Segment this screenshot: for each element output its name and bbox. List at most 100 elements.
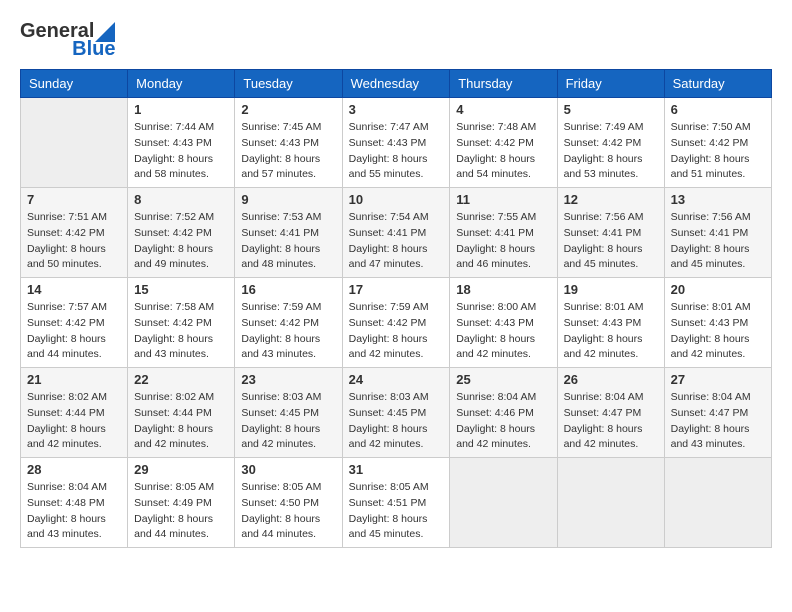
daylight-text-2: and 50 minutes.	[27, 257, 121, 273]
sunset-text: Sunset: 4:43 PM	[241, 136, 335, 152]
sunset-text: Sunset: 4:44 PM	[27, 406, 121, 422]
daylight-text-1: Daylight: 8 hours	[241, 512, 335, 528]
daylight-text-1: Daylight: 8 hours	[456, 152, 550, 168]
calendar-cell	[664, 458, 771, 548]
sunrise-text: Sunrise: 8:03 AM	[349, 390, 444, 406]
day-info: Sunrise: 7:44 AMSunset: 4:43 PMDaylight:…	[134, 120, 228, 183]
daylight-text-2: and 43 minutes.	[241, 347, 335, 363]
sunset-text: Sunset: 4:48 PM	[27, 496, 121, 512]
day-number: 12	[564, 192, 658, 207]
day-info: Sunrise: 7:50 AMSunset: 4:42 PMDaylight:…	[671, 120, 765, 183]
day-info: Sunrise: 7:49 AMSunset: 4:42 PMDaylight:…	[564, 120, 658, 183]
daylight-text-2: and 42 minutes.	[241, 437, 335, 453]
daylight-text-1: Daylight: 8 hours	[564, 242, 658, 258]
day-number: 11	[456, 192, 550, 207]
daylight-text-1: Daylight: 8 hours	[349, 242, 444, 258]
calendar-cell: 24Sunrise: 8:03 AMSunset: 4:45 PMDayligh…	[342, 368, 450, 458]
day-info: Sunrise: 8:01 AMSunset: 4:43 PMDaylight:…	[564, 300, 658, 363]
sunset-text: Sunset: 4:43 PM	[134, 136, 228, 152]
calendar-cell: 4Sunrise: 7:48 AMSunset: 4:42 PMDaylight…	[450, 98, 557, 188]
daylight-text-2: and 43 minutes.	[27, 527, 121, 543]
daylight-text-2: and 42 minutes.	[671, 347, 765, 363]
calendar-cell: 30Sunrise: 8:05 AMSunset: 4:50 PMDayligh…	[235, 458, 342, 548]
day-info: Sunrise: 7:56 AMSunset: 4:41 PMDaylight:…	[671, 210, 765, 273]
day-number: 9	[241, 192, 335, 207]
sunset-text: Sunset: 4:41 PM	[564, 226, 658, 242]
day-number: 4	[456, 102, 550, 117]
daylight-text-2: and 55 minutes.	[349, 167, 444, 183]
day-number: 23	[241, 372, 335, 387]
calendar-cell: 5 Sunrise: 7:49 AMSunset: 4:42 PMDaylight…	[557, 98, 664, 188]
day-number: 20	[671, 282, 765, 297]
calendar-cell: 26Sunrise: 8:04 AMSunset: 4:47 PMDayligh…	[557, 368, 664, 458]
sunset-text: Sunset: 4:42 PM	[456, 136, 550, 152]
day-info: Sunrise: 8:04 AMSunset: 4:47 PMDaylight:…	[564, 390, 658, 453]
sunrise-text: Sunrise: 7:47 AM	[349, 120, 444, 136]
day-info: Sunrise: 7:54 AMSunset: 4:41 PMDaylight:…	[349, 210, 444, 273]
sunrise-text: Sunrise: 7:56 AM	[671, 210, 765, 226]
calendar-cell: 25Sunrise: 8:04 AMSunset: 4:46 PMDayligh…	[450, 368, 557, 458]
sunrise-text: Sunrise: 7:55 AM	[456, 210, 550, 226]
sunrise-text: Sunrise: 8:03 AM	[241, 390, 335, 406]
day-number: 6	[671, 102, 765, 117]
day-number: 29	[134, 462, 228, 477]
sunrise-text: Sunrise: 8:04 AM	[671, 390, 765, 406]
sunrise-text: Sunrise: 8:01 AM	[564, 300, 658, 316]
day-number: 13	[671, 192, 765, 207]
day-number: 5	[564, 102, 658, 117]
daylight-text-2: and 51 minutes.	[671, 167, 765, 183]
daylight-text-2: and 42 minutes.	[349, 437, 444, 453]
day-number: 25	[456, 372, 550, 387]
day-number: 16	[241, 282, 335, 297]
day-info: Sunrise: 8:05 AMSunset: 4:49 PMDaylight:…	[134, 480, 228, 543]
daylight-text-1: Daylight: 8 hours	[134, 332, 228, 348]
sunset-text: Sunset: 4:41 PM	[241, 226, 335, 242]
week-row-1: 1Sunrise: 7:44 AMSunset: 4:43 PMDaylight…	[21, 98, 772, 188]
calendar-cell: 28Sunrise: 8:04 AMSunset: 4:48 PMDayligh…	[21, 458, 128, 548]
day-info: Sunrise: 7:45 AMSunset: 4:43 PMDaylight:…	[241, 120, 335, 183]
daylight-text-1: Daylight: 8 hours	[564, 152, 658, 168]
daylight-text-2: and 58 minutes.	[134, 167, 228, 183]
calendar-cell: 12 Sunrise: 7:56 AMSunset: 4:41 PMDayligh…	[557, 188, 664, 278]
daylight-text-1: Daylight: 8 hours	[241, 152, 335, 168]
sunrise-text: Sunrise: 8:04 AM	[456, 390, 550, 406]
calendar-cell: 27Sunrise: 8:04 AMSunset: 4:47 PMDayligh…	[664, 368, 771, 458]
daylight-text-1: Daylight: 8 hours	[456, 422, 550, 438]
sunrise-text: Sunrise: 8:01 AM	[671, 300, 765, 316]
sunset-text: Sunset: 4:43 PM	[456, 316, 550, 332]
logo: General Blue	[20, 20, 115, 59]
daylight-text-2: and 44 minutes.	[27, 347, 121, 363]
daylight-text-1: Daylight: 8 hours	[27, 332, 121, 348]
sunrise-text: Sunrise: 7:52 AM	[134, 210, 228, 226]
calendar-cell: 9Sunrise: 7:53 AMSunset: 4:41 PMDaylight…	[235, 188, 342, 278]
page-header: General Blue	[20, 20, 772, 59]
sunset-text: Sunset: 4:42 PM	[134, 316, 228, 332]
sunrise-text: Sunrise: 8:04 AM	[564, 390, 658, 406]
daylight-text-2: and 42 minutes.	[134, 437, 228, 453]
week-row-3: 14Sunrise: 7:57 AMSunset: 4:42 PMDayligh…	[21, 278, 772, 368]
daylight-text-2: and 42 minutes.	[564, 347, 658, 363]
calendar-cell: 22Sunrise: 8:02 AMSunset: 4:44 PMDayligh…	[128, 368, 235, 458]
daylight-text-1: Daylight: 8 hours	[349, 332, 444, 348]
calendar-cell: 3Sunrise: 7:47 AMSunset: 4:43 PMDaylight…	[342, 98, 450, 188]
sunrise-text: Sunrise: 7:58 AM	[134, 300, 228, 316]
daylight-text-2: and 45 minutes.	[564, 257, 658, 273]
sunrise-text: Sunrise: 8:05 AM	[241, 480, 335, 496]
calendar-cell: 31Sunrise: 8:05 AMSunset: 4:51 PMDayligh…	[342, 458, 450, 548]
day-number: 3	[349, 102, 444, 117]
day-number: 15	[134, 282, 228, 297]
calendar-cell: 2Sunrise: 7:45 AMSunset: 4:43 PMDaylight…	[235, 98, 342, 188]
sunset-text: Sunset: 4:43 PM	[671, 316, 765, 332]
day-info: Sunrise: 7:56 AMSunset: 4:41 PMDaylight:…	[564, 210, 658, 273]
daylight-text-2: and 44 minutes.	[241, 527, 335, 543]
sunrise-text: Sunrise: 7:44 AM	[134, 120, 228, 136]
calendar-cell: 18Sunrise: 8:00 AMSunset: 4:43 PMDayligh…	[450, 278, 557, 368]
daylight-text-2: and 48 minutes.	[241, 257, 335, 273]
sunset-text: Sunset: 4:41 PM	[456, 226, 550, 242]
sunrise-text: Sunrise: 8:00 AM	[456, 300, 550, 316]
day-info: Sunrise: 8:00 AMSunset: 4:43 PMDaylight:…	[456, 300, 550, 363]
daylight-text-2: and 45 minutes.	[671, 257, 765, 273]
header-day-thursday: Thursday	[450, 70, 557, 98]
daylight-text-1: Daylight: 8 hours	[241, 422, 335, 438]
daylight-text-2: and 43 minutes.	[134, 347, 228, 363]
